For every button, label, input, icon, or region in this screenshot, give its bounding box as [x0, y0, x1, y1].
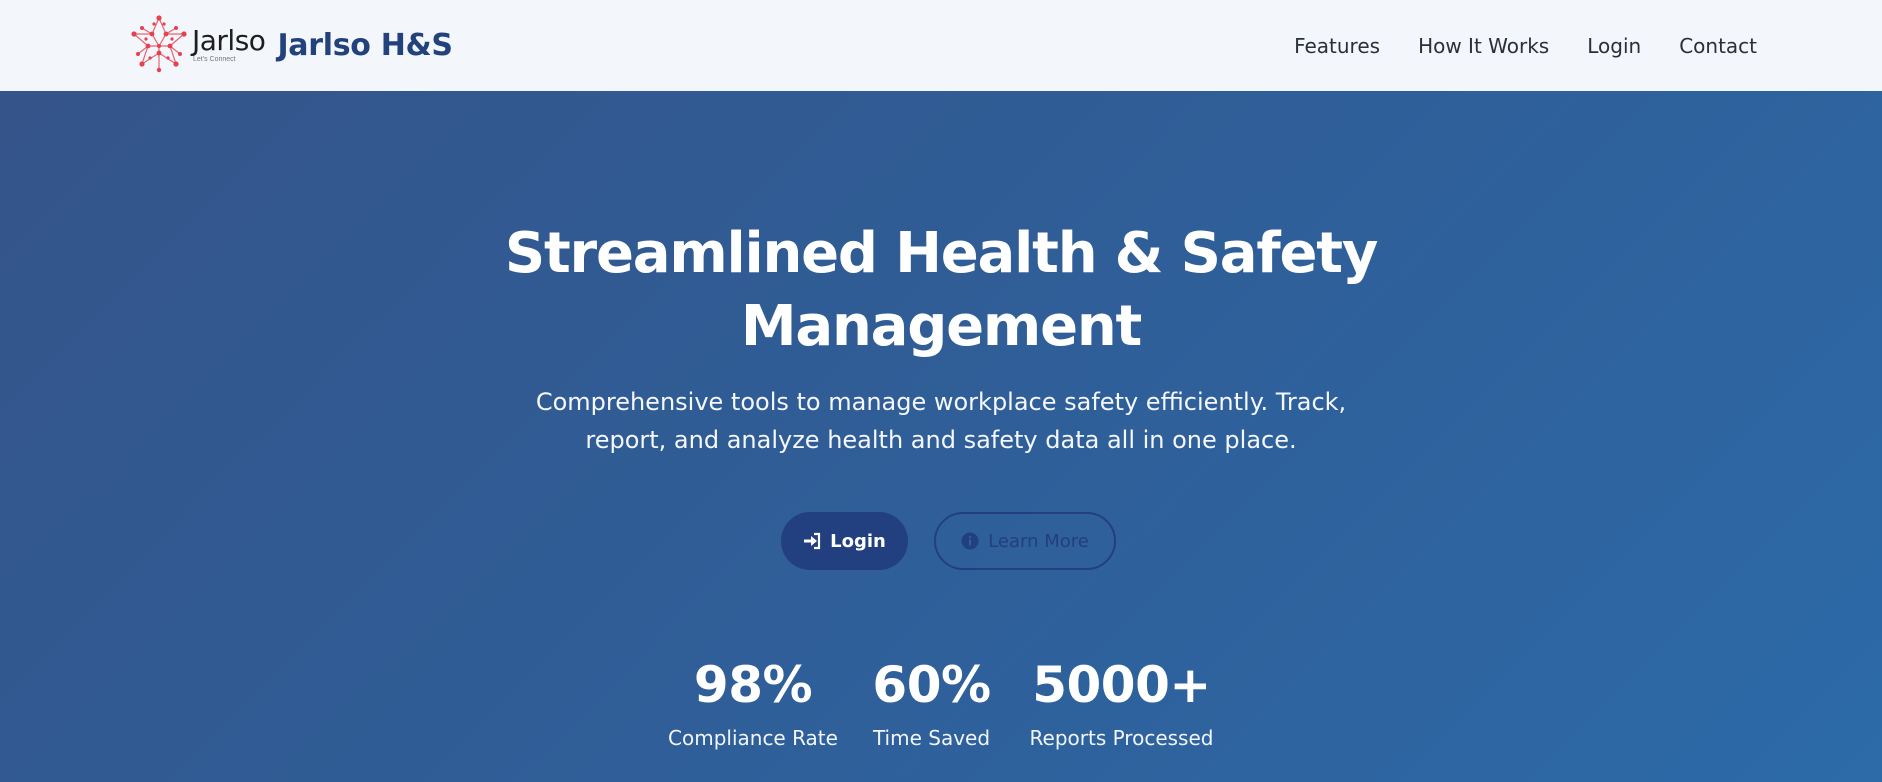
login-button[interactable]: Login: [780, 512, 908, 570]
info-circle-icon: [961, 532, 979, 550]
nav-link-contact[interactable]: Contact: [1679, 34, 1757, 58]
learn-more-button-label: Learn More: [988, 530, 1089, 552]
nav-link-login[interactable]: Login: [1587, 34, 1641, 58]
logo-tagline: Let's Connect: [193, 55, 236, 63]
hero-actions: Login Learn More: [0, 512, 1882, 570]
stat-value: 98%: [693, 656, 813, 714]
stat-label: Compliance Rate: [668, 726, 838, 750]
hero-subtitle-line-1: Comprehensive tools to manage workplace …: [535, 388, 1347, 416]
hero-section: Streamlined Health & Safety Management C…: [0, 91, 1882, 782]
brand-name: Jarlso H&S: [277, 28, 453, 63]
hero-title-line-1: Streamlined Health & Safety: [504, 221, 1378, 286]
top-navbar: Jarlso Let's Connect Jarlso H&S Features…: [0, 0, 1882, 91]
logo-wordmark: Jarlso: [192, 23, 266, 57]
stat-compliance-rate: 98% Compliance Rate: [666, 656, 841, 750]
stat-reports-processed: 5000+ Reports Processed: [1027, 656, 1217, 750]
main-nav: Features How It Works Login Contact: [1256, 34, 1757, 58]
hero-title: Streamlined Health & Safety Management: [0, 217, 1882, 363]
stat-time-saved: 60% Time Saved: [845, 656, 1019, 750]
hero-subtitle: Comprehensive tools to manage workplace …: [0, 383, 1882, 459]
brand-home-link[interactable]: Jarlso Let's Connect Jarlso H&S: [128, 14, 453, 78]
learn-more-button[interactable]: Learn More: [933, 512, 1116, 570]
stat-value: 5000+: [1032, 656, 1211, 714]
nav-link-how-it-works[interactable]: How It Works: [1418, 34, 1549, 58]
stat-value: 60%: [872, 656, 991, 714]
hero-subtitle-line-2: report, and analyze health and safety da…: [585, 426, 1297, 454]
hero-title-line-2: Management: [740, 294, 1142, 359]
company-logo: Jarlso Let's Connect: [128, 14, 266, 78]
sign-in-icon: [804, 532, 821, 550]
stat-label: Time Saved: [872, 726, 991, 750]
network-star-logo-icon: [131, 14, 187, 72]
stat-label: Reports Processed: [1029, 726, 1214, 750]
login-button-label: Login: [830, 530, 886, 552]
nav-link-features[interactable]: Features: [1294, 34, 1380, 58]
stats-row: 98% Compliance Rate 60% Time Saved 5000+…: [0, 656, 1882, 750]
